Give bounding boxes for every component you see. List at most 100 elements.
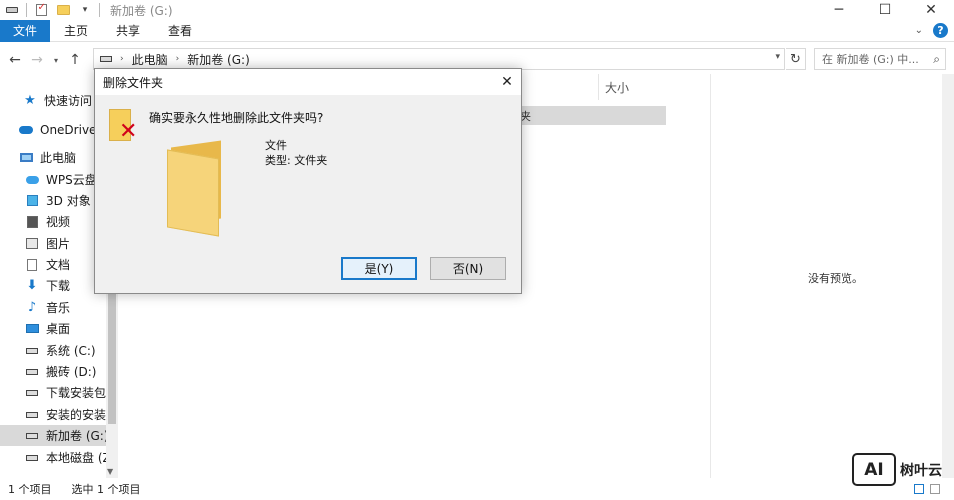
drive-icon xyxy=(24,428,40,444)
sidebar-item-onedrive[interactable]: OneDrive - xyxy=(0,119,106,140)
star-icon: ★ xyxy=(24,93,36,108)
refresh-icon[interactable]: ↻ xyxy=(786,48,806,70)
search-input[interactable]: 在 新加卷 (G:) 中... ⌕ xyxy=(814,48,946,70)
sidebar-item-installed-packages[interactable]: 安装的安装包 xyxy=(0,404,106,425)
properties-icon[interactable] xyxy=(33,2,49,18)
sidebar-item-label: 图片 xyxy=(46,237,71,251)
sidebar-item-label: 系统 (C:) xyxy=(46,344,96,358)
yes-button[interactable]: 是(Y) xyxy=(341,257,417,280)
minimize-button[interactable]: ─ xyxy=(816,0,862,20)
drive-icon xyxy=(24,343,40,359)
dialog-close-button[interactable]: ✕ xyxy=(493,69,521,95)
drive-icon xyxy=(24,450,40,466)
sidebar-item-drive-g[interactable]: 新加卷 (G:) xyxy=(0,425,106,446)
drive-icon[interactable] xyxy=(4,2,20,18)
drive-icon xyxy=(24,407,40,423)
title-bar: ▾ 新加卷 (G:) ─ ☐ ✕ xyxy=(0,0,954,20)
sidebar-scrollbar-thumb[interactable] xyxy=(108,294,116,424)
picture-icon xyxy=(24,236,40,252)
sidebar-item-label: 下载 xyxy=(46,279,71,293)
status-bar: 1 个项目 选中 1 个项目 xyxy=(0,478,954,500)
tab-file[interactable]: 文件 xyxy=(0,19,51,42)
sidebar-item-drive-c[interactable]: 系统 (C:) xyxy=(0,340,106,361)
toolbar-separator xyxy=(99,3,100,17)
forward-arrow-icon[interactable]: → xyxy=(26,49,48,71)
dialog-title: 删除文件夹 xyxy=(103,75,164,90)
sidebar-item-pictures[interactable]: 图片 xyxy=(0,233,106,254)
drive-icon xyxy=(100,56,112,62)
delete-warning-icon: ✕ xyxy=(109,109,139,145)
sidebar-item-label: 新加卷 (G:) xyxy=(46,429,106,443)
sidebar-item-label: 桌面 xyxy=(46,322,71,336)
sidebar-item-music[interactable]: ♪ 音乐 xyxy=(0,297,106,318)
help-icon[interactable]: ? xyxy=(933,23,948,38)
sidebar-item-label: 搬砖 (D:) xyxy=(46,365,97,379)
breadcrumb-chevron-icon[interactable]: › xyxy=(176,54,180,64)
preview-scrollbar[interactable] xyxy=(942,74,954,478)
cube-icon xyxy=(24,193,40,209)
address-bar[interactable]: › 此电脑 › 新加卷 (G:) ▾ xyxy=(93,48,785,70)
preview-pane: 没有预览。 xyxy=(710,74,954,478)
window-title: 新加卷 (G:) xyxy=(110,3,173,18)
watermark-text: 树叶云 xyxy=(900,462,942,479)
search-icon[interactable]: ⌕ xyxy=(933,52,940,67)
sidebar-item-desktop[interactable]: 桌面 xyxy=(0,318,106,339)
cloud-icon xyxy=(18,122,34,138)
sidebar-item-wps-cloud[interactable]: WPS云盘 xyxy=(0,169,106,190)
watermark-logo: AI xyxy=(852,453,896,486)
sidebar-item-documents[interactable]: 文档 xyxy=(0,254,106,275)
drive-icon xyxy=(24,385,40,401)
sidebar-item-download-packages[interactable]: 下载安装包 xyxy=(0,382,106,403)
sidebar-item-videos[interactable]: 视频 xyxy=(0,211,106,232)
computer-icon xyxy=(18,150,34,166)
sidebar-item-label: 本地磁盘 (Z: xyxy=(46,451,106,465)
customize-dropdown-icon[interactable]: ▾ xyxy=(77,2,93,18)
tab-share[interactable]: 共享 xyxy=(102,20,154,42)
item-count: 1 个项目 xyxy=(8,483,52,496)
music-icon: ♪ xyxy=(27,300,37,315)
sidebar-item-drive-z[interactable]: 本地磁盘 (Z: xyxy=(0,447,106,468)
up-arrow-icon[interactable]: ↑ xyxy=(64,49,86,71)
sidebar-item-label: 3D 对象 xyxy=(46,194,91,208)
selected-count: 选中 1 个项目 xyxy=(71,483,141,496)
address-dropdown-icon[interactable]: ▾ xyxy=(775,52,780,62)
sidebar-item-label: 文档 xyxy=(46,258,71,272)
sidebar-item-label: 视频 xyxy=(46,215,71,229)
close-button[interactable]: ✕ xyxy=(908,0,954,20)
folder-icon xyxy=(165,140,235,237)
document-icon xyxy=(24,257,40,273)
column-header-size[interactable]: 大小 xyxy=(598,74,710,100)
download-icon: ⬇ xyxy=(26,278,38,293)
breadcrumb-chevron-icon[interactable]: › xyxy=(120,54,124,64)
back-arrow-icon[interactable]: ← xyxy=(4,49,26,71)
video-icon xyxy=(24,214,40,230)
item-name: 文件 xyxy=(265,139,287,152)
breadcrumb-this-pc[interactable]: 此电脑 xyxy=(132,51,168,68)
sidebar-item-3d-objects[interactable]: 3D 对象 xyxy=(0,190,106,211)
sidebar-item-label: 音乐 xyxy=(46,301,71,315)
watermark: AI 树叶云 xyxy=(852,453,942,486)
sidebar-item-label: 快速访问 xyxy=(44,94,93,108)
sidebar-item-downloads[interactable]: ⬇ 下载 xyxy=(0,275,106,296)
new-folder-icon[interactable] xyxy=(55,2,71,18)
sidebar-item-drive-d[interactable]: 搬砖 (D:) xyxy=(0,361,106,382)
toolbar-separator xyxy=(26,3,27,17)
delete-folder-dialog: 删除文件夹 ✕ ✕ 确实要永久性地删除此文件夹吗? 文件 类型: 文件夹 是(Y… xyxy=(94,68,522,294)
no-preview-text: 没有预览。 xyxy=(808,272,863,285)
desktop-icon xyxy=(24,321,40,337)
ribbon-expand-icon[interactable]: ⌄ xyxy=(915,25,923,36)
breadcrumb-volume-g[interactable]: 新加卷 (G:) xyxy=(187,51,250,68)
no-button[interactable]: 否(N) xyxy=(430,257,506,280)
item-type: 类型: 文件夹 xyxy=(265,154,328,167)
sidebar-item-this-pc[interactable]: 此电脑 xyxy=(0,147,106,168)
scroll-down-icon[interactable]: ▼ xyxy=(107,467,113,476)
recent-locations-dropdown-icon[interactable]: ▾ xyxy=(48,49,64,71)
ribbon-tabs: 文件 主页 共享 查看 ⌄ ? xyxy=(0,19,954,42)
sidebar-item-quick-access[interactable]: ★ 快速访问 xyxy=(0,90,106,111)
sidebar-item-label: 安装的安装包 xyxy=(46,408,106,422)
sidebar-item-label: WPS云盘 xyxy=(46,173,97,187)
dialog-title-bar: 删除文件夹 ✕ xyxy=(95,69,521,95)
maximize-button[interactable]: ☐ xyxy=(862,0,908,20)
tab-home[interactable]: 主页 xyxy=(50,20,102,42)
tab-view[interactable]: 查看 xyxy=(154,20,206,42)
